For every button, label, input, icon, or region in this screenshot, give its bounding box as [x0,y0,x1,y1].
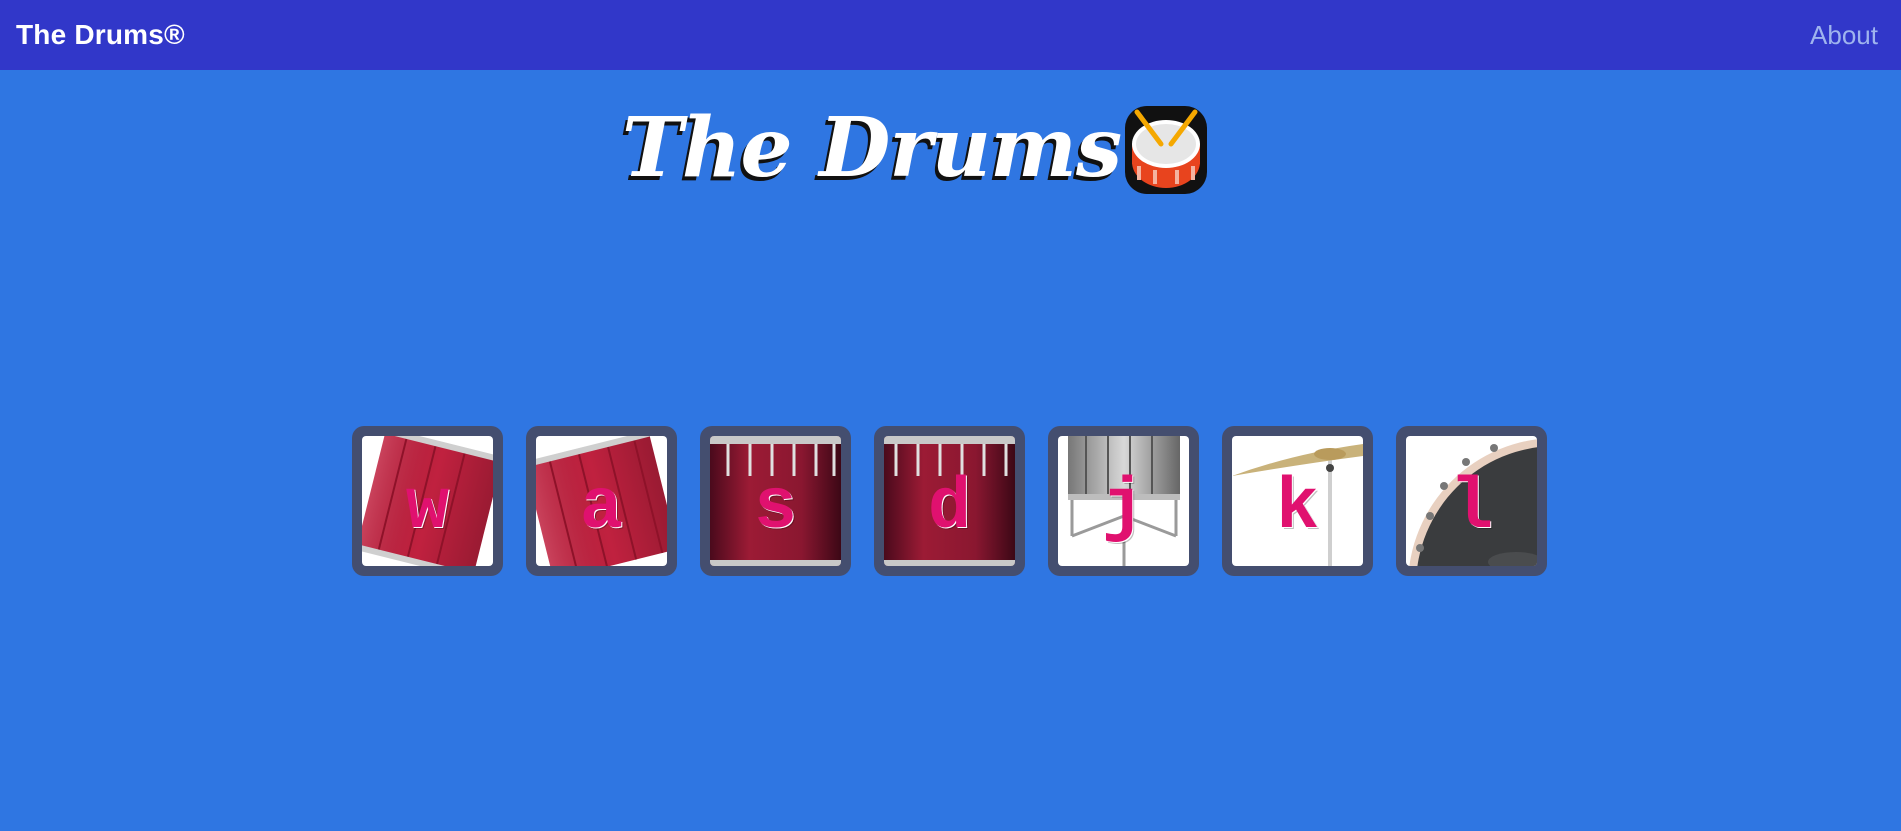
page-title: The Drums [621,100,1122,196]
drum-key-a[interactable]: a [526,426,677,576]
drum-key-k[interactable]: k [1222,426,1373,576]
drum-key-j[interactable]: j [1048,426,1199,576]
key-letter: k [1275,467,1320,549]
key-letter: w [405,467,450,549]
about-link[interactable]: About [1810,20,1878,51]
drum-keys: w a s d j k l [352,426,1552,576]
drum-icon [1125,106,1208,194]
key-letter: j [1101,467,1146,549]
key-letter: d [927,467,972,549]
drum-key-w[interactable]: w [352,426,503,576]
drum-key-s[interactable]: s [700,426,851,576]
key-letter: a [579,467,624,549]
drum-key-l[interactable]: l [1396,426,1547,576]
key-letter: s [753,467,798,549]
key-letter: l [1449,467,1494,549]
drum-key-d[interactable]: d [874,426,1025,576]
page-header: The Drums [0,98,1901,198]
brand-logo[interactable]: The Drums® [16,19,185,51]
navbar: The Drums® About [0,0,1901,70]
